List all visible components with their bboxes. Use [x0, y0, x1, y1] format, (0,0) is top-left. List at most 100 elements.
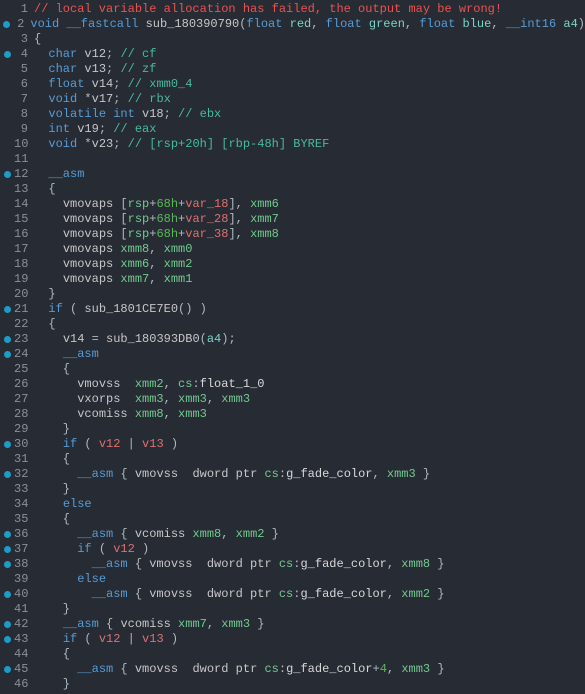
breakpoint-gutter[interactable]: [0, 471, 14, 478]
code-content[interactable]: __asm { vmovss dword ptr cs:g_fade_color…: [34, 557, 445, 572]
breakpoint-gutter[interactable]: [0, 171, 14, 178]
code-content[interactable]: __asm { vcomiss xmm8, xmm2 }: [34, 527, 279, 542]
code-content[interactable]: {: [34, 32, 41, 47]
code-line[interactable]: 35 {: [0, 512, 585, 527]
code-content[interactable]: __asm { vmovss dword ptr cs:g_fade_color…: [34, 467, 430, 482]
code-line[interactable]: 4 char v12; // cf: [0, 47, 585, 62]
code-line[interactable]: 20 }: [0, 287, 585, 302]
code-content[interactable]: __asm: [34, 167, 84, 182]
code-line[interactable]: 46 }: [0, 677, 585, 692]
code-line[interactable]: 19 vmovaps xmm7, xmm1: [0, 272, 585, 287]
code-line[interactable]: 36 __asm { vcomiss xmm8, xmm2 }: [0, 527, 585, 542]
code-line[interactable]: 24 __asm: [0, 347, 585, 362]
breakpoint-gutter[interactable]: [0, 306, 14, 313]
code-content[interactable]: vmovss xmm2, cs:float_1_0: [34, 377, 264, 392]
breakpoint-gutter[interactable]: [0, 591, 14, 598]
code-content[interactable]: else: [34, 572, 106, 587]
code-line[interactable]: 43 if ( v12 | v13 ): [0, 632, 585, 647]
code-line[interactable]: 12 __asm: [0, 167, 585, 182]
code-line[interactable]: 14 vmovaps [rsp+68h+var_18], xmm6: [0, 197, 585, 212]
code-line[interactable]: 28 vcomiss xmm8, xmm3: [0, 407, 585, 422]
code-line[interactable]: 3{: [0, 32, 585, 47]
code-content[interactable]: // local variable allocation has failed,…: [34, 2, 502, 17]
code-content[interactable]: volatile int v18; // ebx: [34, 107, 221, 122]
code-content[interactable]: vmovaps [rsp+68h+var_28], xmm7: [34, 212, 279, 227]
code-content[interactable]: }: [34, 602, 70, 617]
code-content[interactable]: __asm: [34, 347, 99, 362]
code-line[interactable]: 44 {: [0, 647, 585, 662]
code-line[interactable]: 18 vmovaps xmm6, xmm2: [0, 257, 585, 272]
code-content[interactable]: if ( v12 ): [34, 542, 149, 557]
breakpoint-gutter[interactable]: [0, 546, 14, 553]
code-content[interactable]: if ( v12 | v13 ): [34, 632, 178, 647]
code-line[interactable]: 30 if ( v12 | v13 ): [0, 437, 585, 452]
code-line[interactable]: 17 vmovaps xmm8, xmm0: [0, 242, 585, 257]
code-content[interactable]: v14 = sub_180393DB0(a4);: [34, 332, 236, 347]
code-content[interactable]: char v12; // cf: [34, 47, 156, 62]
code-content[interactable]: {: [34, 647, 70, 662]
breakpoint-gutter[interactable]: [0, 621, 14, 628]
code-content[interactable]: if ( v12 | v13 ): [34, 437, 178, 452]
breakpoint-gutter[interactable]: [0, 636, 14, 643]
code-content[interactable]: vcomiss xmm8, xmm3: [34, 407, 207, 422]
code-line[interactable]: 1// local variable allocation has failed…: [0, 2, 585, 17]
code-content[interactable]: {: [34, 182, 56, 197]
code-line[interactable]: 39 else: [0, 572, 585, 587]
code-line[interactable]: 7 void *v17; // rbx: [0, 92, 585, 107]
code-content[interactable]: void *v23; // [rsp+20h] [rbp-48h] BYREF: [34, 137, 329, 152]
code-content[interactable]: }: [34, 482, 70, 497]
code-content[interactable]: char v13; // zf: [34, 62, 156, 77]
code-content[interactable]: }: [34, 677, 70, 692]
code-line[interactable]: 2void __fastcall sub_180390790(float red…: [0, 17, 585, 32]
code-content[interactable]: {: [34, 317, 56, 332]
code-content[interactable]: else: [34, 497, 92, 512]
code-content[interactable]: {: [34, 362, 70, 377]
code-content[interactable]: __asm { vmovss dword ptr cs:g_fade_color…: [34, 662, 445, 677]
code-line[interactable]: 27 vxorps xmm3, xmm3, xmm3: [0, 392, 585, 407]
code-content[interactable]: void *v17; // rbx: [34, 92, 171, 107]
code-line[interactable]: 33 }: [0, 482, 585, 497]
code-content[interactable]: }: [34, 287, 56, 302]
code-line[interactable]: 11: [0, 152, 585, 167]
code-content[interactable]: __asm { vcomiss xmm7, xmm3 }: [34, 617, 264, 632]
code-line[interactable]: 6 float v14; // xmm0_4: [0, 77, 585, 92]
breakpoint-gutter[interactable]: [0, 441, 14, 448]
code-content[interactable]: vxorps xmm3, xmm3, xmm3: [34, 392, 250, 407]
breakpoint-gutter[interactable]: [0, 351, 14, 358]
code-content[interactable]: vmovaps xmm8, xmm0: [34, 242, 192, 257]
code-line[interactable]: 8 volatile int v18; // ebx: [0, 107, 585, 122]
code-line[interactable]: 31 {: [0, 452, 585, 467]
code-line[interactable]: 9 int v19; // eax: [0, 122, 585, 137]
code-line[interactable]: 45 __asm { vmovss dword ptr cs:g_fade_co…: [0, 662, 585, 677]
breakpoint-gutter[interactable]: [0, 51, 14, 58]
code-content[interactable]: vmovaps xmm6, xmm2: [34, 257, 192, 272]
code-line[interactable]: 21 if ( sub_1801CE7E0() ): [0, 302, 585, 317]
code-line[interactable]: 34 else: [0, 497, 585, 512]
code-line[interactable]: 38 __asm { vmovss dword ptr cs:g_fade_co…: [0, 557, 585, 572]
code-line[interactable]: 42 __asm { vcomiss xmm7, xmm3 }: [0, 617, 585, 632]
code-line[interactable]: 29 }: [0, 422, 585, 437]
code-line[interactable]: 5 char v13; // zf: [0, 62, 585, 77]
code-content[interactable]: __asm { vmovss dword ptr cs:g_fade_color…: [34, 587, 445, 602]
code-line[interactable]: 16 vmovaps [rsp+68h+var_38], xmm8: [0, 227, 585, 242]
code-content[interactable]: {: [34, 452, 70, 467]
breakpoint-gutter[interactable]: [0, 561, 14, 568]
breakpoint-gutter[interactable]: [0, 336, 14, 343]
code-line[interactable]: 32 __asm { vmovss dword ptr cs:g_fade_co…: [0, 467, 585, 482]
code-line[interactable]: 15 vmovaps [rsp+68h+var_28], xmm7: [0, 212, 585, 227]
code-content[interactable]: vmovaps [rsp+68h+var_38], xmm8: [34, 227, 279, 242]
breakpoint-gutter[interactable]: [0, 666, 14, 673]
code-line[interactable]: 10 void *v23; // [rsp+20h] [rbp-48h] BYR…: [0, 137, 585, 152]
code-line[interactable]: 37 if ( v12 ): [0, 542, 585, 557]
code-content[interactable]: {: [34, 512, 70, 527]
code-content[interactable]: if ( sub_1801CE7E0() ): [34, 302, 207, 317]
code-line[interactable]: 40 __asm { vmovss dword ptr cs:g_fade_co…: [0, 587, 585, 602]
code-content[interactable]: vmovaps xmm7, xmm1: [34, 272, 192, 287]
code-content[interactable]: int v19; // eax: [34, 122, 156, 137]
code-editor[interactable]: 1// local variable allocation has failed…: [0, 2, 585, 692]
code-content[interactable]: vmovaps [rsp+68h+var_18], xmm6: [34, 197, 279, 212]
code-line[interactable]: 22 {: [0, 317, 585, 332]
breakpoint-gutter[interactable]: [0, 531, 14, 538]
code-line[interactable]: 25 {: [0, 362, 585, 377]
code-line[interactable]: 13 {: [0, 182, 585, 197]
